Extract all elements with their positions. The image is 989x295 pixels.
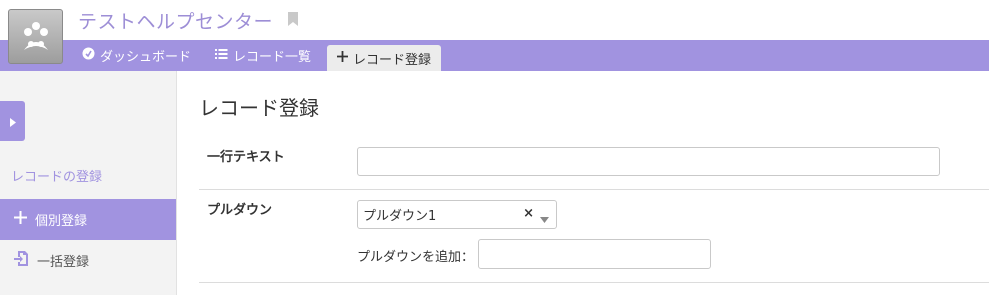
app-title[interactable]: テストヘルプセンター (78, 7, 273, 34)
file-import-icon (14, 250, 29, 271)
sidebar: レコードの登録 個別登録 一括登録 (0, 71, 177, 295)
sidebar-section-title: レコードの登録 (11, 170, 103, 185)
chevron-right-icon (9, 112, 16, 131)
tab-label: レコード登録 (353, 52, 432, 68)
dashboard-icon (82, 47, 95, 64)
bookmark-icon[interactable] (287, 11, 299, 31)
field-label-dropdown: プルダウン (207, 203, 273, 218)
plus-icon (337, 50, 348, 66)
add-dropdown-input[interactable] (478, 239, 711, 269)
clear-selection-button[interactable]: × (523, 206, 534, 221)
row-divider (199, 189, 989, 190)
list-icon (215, 48, 228, 64)
dropdown-selected-value: プルダウン1 (363, 209, 437, 224)
dropdown-select[interactable]: プルダウン1 × (357, 200, 557, 229)
single-line-text-input[interactable] (357, 147, 940, 176)
logo-drops-icon (23, 21, 48, 50)
sidebar-item-individual[interactable]: 個別登録 (0, 199, 176, 240)
tab-label: レコード一覧 (233, 50, 312, 65)
tab-record-register[interactable]: レコード登録 (327, 45, 442, 71)
chevron-down-icon[interactable] (540, 212, 549, 227)
add-dropdown-label: プルダウンを追加： (357, 250, 475, 265)
sidebar-item-label: 個別登録 (35, 214, 88, 229)
page-title: レコード登録 (199, 96, 319, 120)
tab-record-list[interactable]: レコード一覧 (211, 40, 315, 71)
tab-dashboard[interactable]: ダッシュボード (78, 40, 195, 71)
app-logo-icon[interactable] (8, 9, 63, 64)
sidebar-item-label: 一括登録 (37, 255, 90, 270)
sidebar-toggle-button[interactable] (0, 101, 25, 141)
tab-label: ダッシュボード (100, 50, 192, 65)
sidebar-item-bulk[interactable]: 一括登録 (0, 240, 176, 281)
row-divider (199, 282, 989, 283)
plus-icon (14, 211, 27, 228)
field-label-text: 一行テキスト (207, 150, 285, 165)
tab-bar: ダッシュボード レコード一覧 レコード登録 (0, 40, 989, 71)
